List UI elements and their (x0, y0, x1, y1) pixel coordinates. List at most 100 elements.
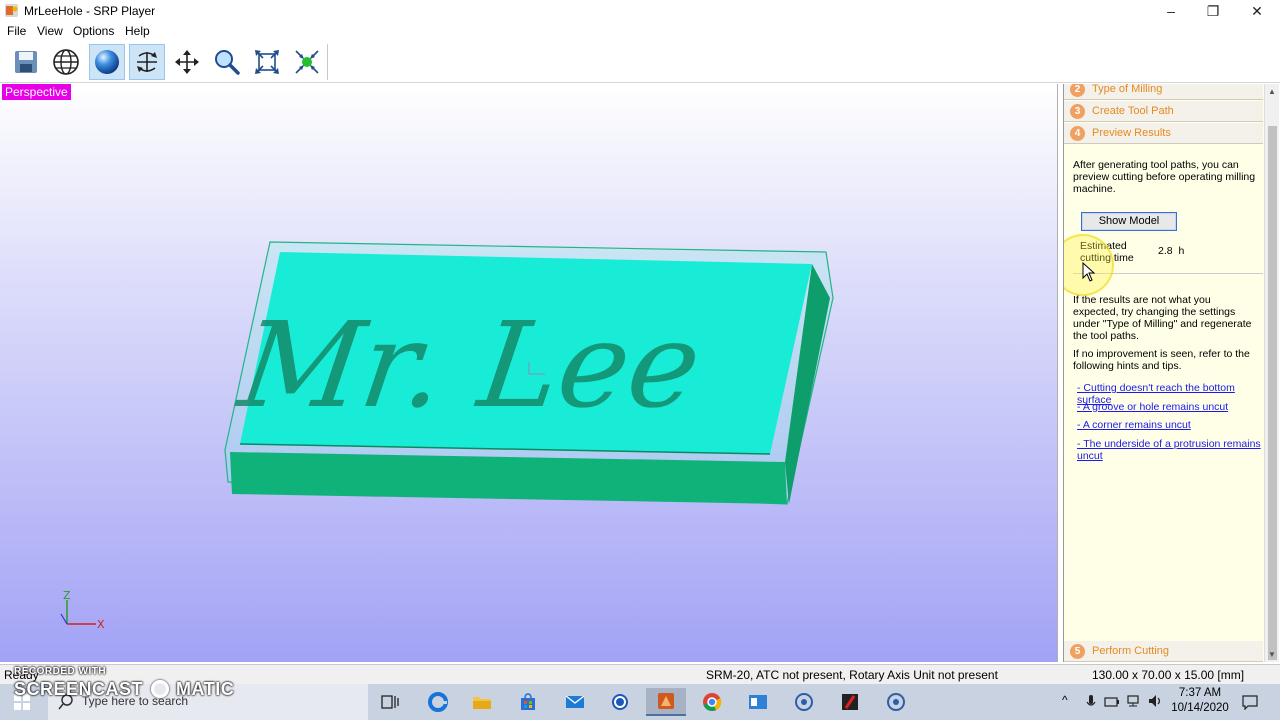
center-icon (295, 50, 319, 74)
srp-player-task-button[interactable] (646, 688, 686, 716)
fit-extents-button[interactable] (249, 44, 285, 80)
taskbar-clock[interactable]: 7:37 AM 10/14/2020 (1168, 686, 1232, 716)
status-machine: SRM-20, ATC not present, Rotary Axis Uni… (706, 668, 998, 682)
sync-app-button[interactable] (600, 688, 640, 716)
window-title: MrLeeHole - SRP Player (24, 4, 156, 18)
rotate-button[interactable] (129, 44, 165, 80)
sync-icon (612, 694, 628, 710)
recorder-button-1[interactable] (784, 688, 824, 716)
scrollbar-thumb[interactable] (1268, 126, 1277, 660)
wireframe-view-button[interactable] (48, 44, 84, 80)
model-render: Mr. Lee (224, 241, 834, 505)
app-button-red[interactable] (830, 688, 870, 716)
wizard-panel: 2 Type of Milling 3 Create Tool Path 4 P… (1063, 84, 1264, 662)
recorder-button-2[interactable] (876, 688, 916, 716)
axis-triad: Z X (60, 589, 105, 631)
clock-time: 7:37 AM (1178, 687, 1222, 699)
wireframe-globe-icon (53, 49, 79, 75)
render-sphere-icon (95, 50, 119, 74)
panel-scrollbar[interactable]: ▲ ▼ (1264, 84, 1279, 662)
link-groove-uncut[interactable]: - A groove or hole remains uncut (1077, 401, 1263, 413)
link-protrusion-uncut[interactable]: - The underside of a protrusion remains … (1077, 438, 1263, 462)
minimize-button[interactable]: – (1148, 0, 1194, 22)
title-bar: MrLeeHole - SRP Player – ❐ ✕ (0, 0, 1280, 22)
link-corner-uncut[interactable]: - A corner remains uncut (1077, 419, 1263, 431)
app-button-blue[interactable] (738, 688, 778, 716)
step-number: 2 (1070, 84, 1085, 97)
watermark-line-2: SCREENCAST (14, 679, 144, 699)
folder-icon (473, 697, 491, 709)
axis-z-label: Z (63, 589, 71, 602)
scroll-down-icon[interactable]: ▼ (1268, 650, 1276, 659)
store-button[interactable] (508, 688, 548, 716)
mail-button[interactable] (555, 688, 595, 716)
toolbar-separator (327, 44, 328, 80)
chrome-icon (703, 693, 722, 711)
show-model-button[interactable]: Show Model (1081, 212, 1177, 231)
record-circle-icon (795, 693, 813, 711)
record-circle-icon (887, 693, 905, 711)
center-button[interactable] (289, 44, 325, 80)
mouse-pointer-icon (1082, 262, 1096, 282)
step-type-of-milling[interactable]: 2 Type of Milling (1064, 84, 1263, 100)
3d-viewport[interactable]: Perspective Mr. Lee Z X (0, 84, 1058, 662)
app-icon (5, 4, 18, 17)
step-preview-results[interactable]: 4 Preview Results (1064, 123, 1263, 144)
file-explorer-button[interactable] (462, 688, 502, 716)
menu-options[interactable]: Options (73, 24, 114, 38)
menu-help[interactable]: Help (125, 24, 150, 38)
render-view-button[interactable] (89, 44, 125, 80)
save-button[interactable] (8, 44, 44, 80)
app-red-icon (842, 694, 858, 710)
menu-bar: File View Options Help (0, 22, 1280, 41)
notification-icon[interactable] (1242, 694, 1258, 710)
step-perform-cutting[interactable]: 5 Perform Cutting (1064, 641, 1263, 662)
menu-file[interactable]: File (7, 24, 26, 38)
task-view-icon (381, 695, 399, 709)
pan-button[interactable] (169, 44, 205, 80)
minimize-icon: – (1167, 3, 1175, 19)
clock-date: 10/14/2020 (1171, 702, 1229, 714)
save-icon (15, 51, 37, 73)
step-number: 4 (1070, 126, 1085, 141)
restore-icon: ❐ (1206, 2, 1220, 19)
step-label: Create Tool Path (1092, 105, 1174, 117)
step-label: Type of Milling (1092, 84, 1163, 95)
watermark-logo-icon (150, 680, 169, 698)
step-number: 3 (1070, 104, 1085, 119)
hint-text-2: If no improvement is seen, refer to the … (1073, 348, 1250, 372)
step-create-tool-path[interactable]: 3 Create Tool Path (1064, 101, 1263, 122)
task-view-button[interactable] (370, 688, 410, 716)
toolbar (0, 41, 1280, 83)
status-dimensions: 130.00 x 70.00 x 15.00 [mm] (1092, 668, 1245, 682)
battery-icon[interactable] (1104, 695, 1120, 709)
srp-player-icon (658, 693, 674, 709)
rotate-icon (137, 52, 157, 72)
restore-button[interactable]: ❐ (1190, 0, 1236, 22)
edge-button[interactable] (418, 688, 458, 716)
zoom-icon (215, 50, 240, 75)
fit-extents-icon (255, 50, 279, 74)
edge-browser-icon (428, 692, 448, 712)
menu-view[interactable]: View (37, 24, 63, 38)
step-label: Preview Results (1092, 127, 1171, 139)
chrome-button[interactable] (692, 688, 732, 716)
volume-icon[interactable] (1148, 694, 1164, 708)
engraved-text: Mr. Lee (230, 297, 709, 434)
intro-text: After generating tool paths, you can pre… (1073, 159, 1256, 195)
mail-icon (565, 695, 585, 708)
close-button[interactable]: ✕ (1234, 0, 1280, 22)
estimated-time-value: 2.8 h (1158, 245, 1185, 257)
axis-x-label: X (97, 618, 105, 631)
app-window-icon (749, 695, 767, 709)
tray-chevron-up-icon[interactable]: ^ (1062, 693, 1068, 707)
network-icon[interactable] (1126, 694, 1142, 708)
scroll-up-icon[interactable]: ▲ (1268, 87, 1276, 96)
microphone-icon[interactable] (1086, 694, 1096, 710)
close-icon: ✕ (1251, 2, 1263, 19)
watermark-line-3: MATIC (176, 679, 235, 699)
zoom-button[interactable] (209, 44, 245, 80)
recorder-watermark: RECORDED WITH SCREENCAST MATIC (14, 666, 234, 700)
step-number: 5 (1070, 644, 1085, 659)
watermark-line-1: RECORDED WITH (14, 666, 107, 677)
